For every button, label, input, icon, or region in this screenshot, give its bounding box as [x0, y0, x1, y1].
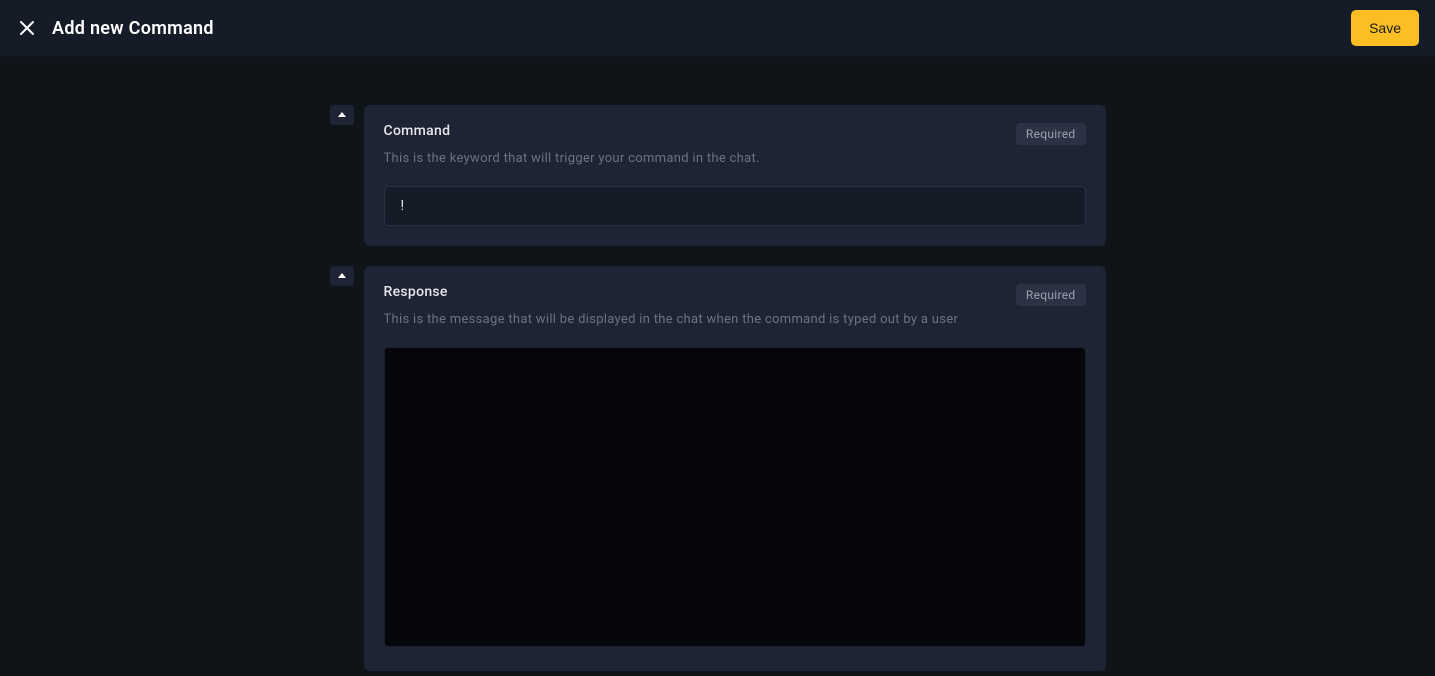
command-card-header: Command Required: [384, 123, 1086, 145]
required-badge: Required: [1016, 284, 1086, 306]
collapse-toggle-command[interactable]: [330, 105, 354, 125]
command-description: This is the keyword that will trigger yo…: [384, 151, 1086, 166]
required-badge: Required: [1016, 123, 1086, 145]
response-card-header: Response Required: [384, 284, 1086, 306]
response-description: This is the message that will be display…: [384, 312, 1086, 327]
command-input[interactable]: [384, 186, 1086, 226]
response-section-wrapper: Response Required This is the message th…: [330, 266, 1106, 671]
collapse-toggle-response[interactable]: [330, 266, 354, 286]
response-title: Response: [384, 284, 448, 300]
page-header: Add new Command Save: [0, 0, 1435, 57]
content-area: Command Required This is the keyword tha…: [0, 57, 1435, 671]
command-title: Command: [384, 123, 451, 139]
save-button[interactable]: Save: [1351, 10, 1419, 46]
page-title: Add new Command: [52, 18, 214, 39]
close-icon[interactable]: [20, 21, 34, 35]
command-card: Command Required This is the keyword tha…: [364, 105, 1106, 246]
response-textarea[interactable]: [384, 347, 1086, 647]
response-card: Response Required This is the message th…: [364, 266, 1106, 671]
command-section-wrapper: Command Required This is the keyword tha…: [330, 105, 1106, 246]
header-left: Add new Command: [20, 18, 214, 39]
